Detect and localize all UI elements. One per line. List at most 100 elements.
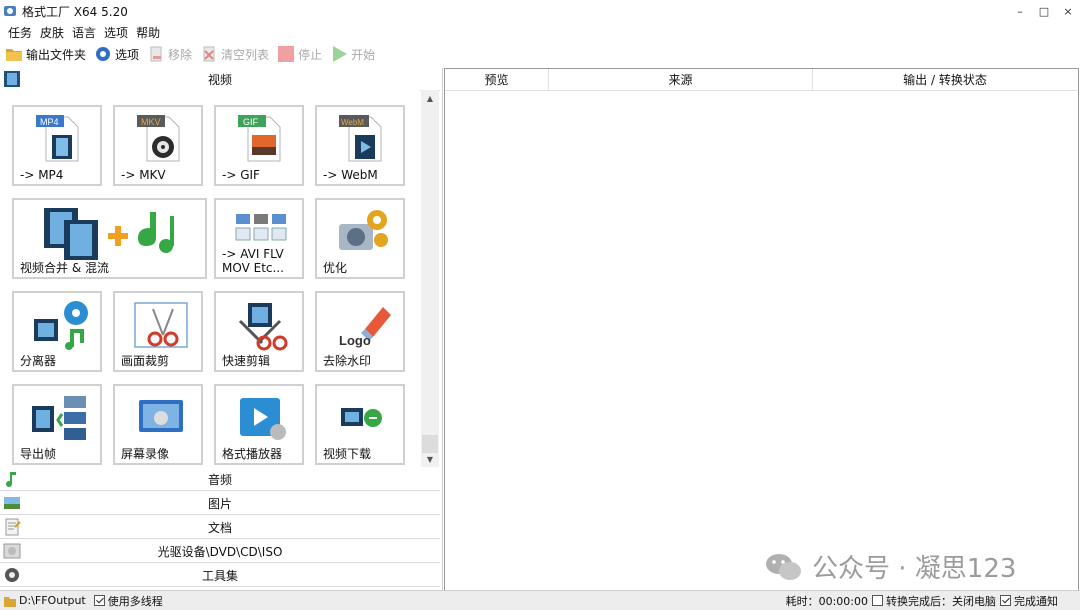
- stop-label: 停止: [298, 47, 323, 62]
- tile-screen-record-label: 屏幕录像: [121, 447, 170, 461]
- mkv-file-icon: MKV: [137, 115, 180, 162]
- output-folder-button[interactable]: 输出文件夹: [5, 45, 86, 63]
- tile-to-mkv[interactable]: MKV -> MKV: [113, 105, 203, 186]
- toolbar: 输出文件夹 选项 移除 清空列表 停止 开始: [0, 43, 383, 65]
- category-image-label: 图片: [207, 496, 232, 511]
- mp4-badge-text: MP4: [40, 117, 59, 127]
- tile-to-gif-label: -> GIF: [222, 168, 260, 182]
- category-video-label: 视频: [207, 72, 232, 87]
- maximize-button[interactable]: □: [1032, 0, 1056, 22]
- menu-help[interactable]: 帮助: [132, 24, 164, 41]
- column-output-status[interactable]: 输出 / 转换状态: [813, 69, 1077, 91]
- category-toolbox[interactable]: 工具集: [0, 564, 440, 587]
- tile-to-mp4[interactable]: MP4 -> MP4: [12, 105, 102, 186]
- quick-clip-icon: [238, 303, 288, 351]
- webm-badge-text: WebM: [341, 118, 364, 127]
- options-gear-icon: [96, 47, 111, 61]
- category-audio-label: 音频: [207, 472, 232, 487]
- menu-options[interactable]: 选项: [100, 24, 132, 41]
- tile-to-webm-label: -> WebM: [323, 168, 378, 182]
- output-path[interactable]: D:\FFOutput: [19, 594, 86, 607]
- options-button[interactable]: 选项: [94, 45, 139, 63]
- tile-merge-mux[interactable]: 视频合并 & 混流: [12, 198, 207, 279]
- tile-quick-clip[interactable]: 快速剪辑: [214, 291, 304, 372]
- play-icon: [333, 46, 348, 62]
- category-image[interactable]: 图片: [0, 492, 440, 515]
- tile-format-player-label: 格式播放器: [222, 447, 283, 461]
- remove-button[interactable]: 移除: [147, 45, 192, 63]
- category-document[interactable]: 文档: [0, 516, 440, 539]
- tile-export-frames[interactable]: 导出帧: [12, 384, 102, 465]
- multithread-label: 使用多线程: [107, 594, 163, 608]
- mp4-file-icon: MP4: [36, 115, 79, 162]
- clear-list-icon: [203, 46, 215, 62]
- after-convert-checkbox[interactable]: [872, 595, 883, 606]
- menu-bar: 任务 皮肤 语言 选项 帮助: [0, 22, 164, 42]
- scroll-up-arrow-icon[interactable]: ▲: [421, 90, 439, 106]
- webm-file-icon: WebM: [339, 115, 382, 162]
- status-bar: D:\FFOutput 使用多线程 耗时：00:00:00 转换完成后：关闭电脑…: [0, 590, 1080, 610]
- tile-video-download[interactable]: 视频下载: [315, 384, 405, 465]
- minimize-button[interactable]: –: [1008, 0, 1032, 22]
- tile-remove-watermark[interactable]: Logo 去除水印: [315, 291, 405, 372]
- start-button[interactable]: 开始: [330, 45, 375, 63]
- tile-format-player[interactable]: 格式播放器: [214, 384, 304, 465]
- multithread-checkbox[interactable]: [93, 595, 105, 606]
- start-label: 开始: [351, 47, 376, 62]
- tile-to-avi-flv-mov-label: -> AVI FLV MOV Etc...: [222, 247, 284, 275]
- stop-button[interactable]: 停止: [277, 45, 322, 63]
- splitter-icon: [34, 301, 88, 350]
- close-button[interactable]: ×: [1056, 0, 1080, 22]
- category-optical-disc-label: 光驱设备\DVD\CD\ISO: [157, 544, 283, 559]
- film-icon: [4, 71, 20, 87]
- tile-screen-record[interactable]: 屏幕录像: [113, 384, 203, 465]
- output-folder-label: 输出文件夹: [26, 47, 87, 62]
- remove-document-icon: [150, 46, 162, 62]
- tile-splitter[interactable]: 分离器: [12, 291, 102, 372]
- clear-list-label: 清空列表: [221, 47, 270, 62]
- watermark-text: 公众号 · 凝思123: [812, 554, 1017, 584]
- tile-optimize-label: 优化: [323, 261, 348, 275]
- music-note-icon: [6, 472, 16, 487]
- task-list-panel[interactable]: 预览 来源 输出 / 转换状态: [444, 68, 1079, 591]
- menu-language[interactable]: 语言: [68, 24, 100, 41]
- optimize-gears-icon: [339, 210, 388, 250]
- scroll-down-arrow-icon[interactable]: ▼: [421, 451, 439, 467]
- category-video[interactable]: 视频: [0, 68, 440, 91]
- window-title: 格式工厂 X64 5.20: [22, 4, 128, 19]
- app-logo-icon: [4, 6, 16, 16]
- tile-quick-clip-label: 快速剪辑: [222, 354, 271, 368]
- folder-icon: [6, 49, 22, 61]
- category-document-label: 文档: [207, 520, 232, 535]
- watermark: 公众号 · 凝思123: [764, 548, 1016, 585]
- column-source[interactable]: 来源: [549, 69, 813, 91]
- notify-checkbox[interactable]: [1000, 595, 1011, 606]
- options-label: 选项: [115, 47, 140, 62]
- merge-film-music-icon: [44, 208, 174, 260]
- tile-crop[interactable]: 画面裁剪: [113, 291, 203, 372]
- export-frames-icon: [32, 396, 86, 440]
- tile-to-gif[interactable]: GIF -> GIF: [214, 105, 304, 186]
- output-folder-icon: [4, 596, 16, 607]
- tile-to-mkv-label: -> MKV: [121, 168, 166, 182]
- mkv-badge-text: MKV: [141, 117, 161, 127]
- menu-task[interactable]: 任务: [4, 24, 36, 41]
- remove-label: 移除: [168, 47, 193, 62]
- column-preview[interactable]: 预览: [445, 69, 549, 91]
- category-optical-disc[interactable]: 光驱设备\DVD\CD\ISO: [0, 540, 440, 563]
- tile-to-webm[interactable]: WebM -> WebM: [315, 105, 405, 186]
- tool-grid-scrollbar[interactable]: ▲ ▼: [421, 90, 439, 467]
- disc-drive-icon: [3, 543, 21, 559]
- gif-file-icon: GIF: [238, 115, 281, 162]
- logo-text: Logo: [339, 333, 371, 348]
- tile-to-mp4-label: -> MP4: [20, 168, 64, 182]
- gif-badge-text: GIF: [243, 117, 259, 127]
- tile-optimize[interactable]: 优化: [315, 198, 405, 279]
- menu-skin[interactable]: 皮肤: [36, 24, 68, 41]
- category-audio[interactable]: 音频: [0, 468, 440, 491]
- notify-label: 完成通知: [1014, 594, 1058, 608]
- crop-scissors-icon: [134, 302, 188, 348]
- tile-to-avi-flv-mov[interactable]: -> AVI FLV MOV Etc...: [214, 198, 304, 279]
- clear-list-button[interactable]: 清空列表: [200, 45, 269, 63]
- tile-video-download-label: 视频下载: [323, 447, 372, 461]
